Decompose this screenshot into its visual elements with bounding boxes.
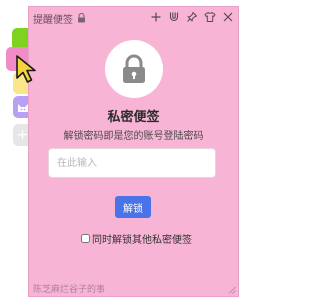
app-stage: + 提醒便签 私密便签 解锁密码即是您的账号登陆密码 解锁 同时解锁其他私密便签… — [0, 0, 244, 300]
unlock-all-option[interactable]: 同时解锁其他私密便签 — [81, 231, 192, 246]
unlock-all-label: 同时解锁其他私密便签 — [92, 235, 192, 246]
lock-icon — [78, 13, 85, 23]
lock-subtitle: 解锁密码即是您的账号登陆密码 — [63, 131, 204, 142]
app-title: 提醒便签 — [33, 14, 73, 26]
plus-icon: + — [16, 127, 29, 143]
close-icon[interactable] — [222, 11, 234, 23]
note-footer-text: 陈芝麻烂谷子的事 — [33, 285, 106, 295]
unlock-all-checkbox[interactable] — [81, 234, 90, 243]
resize-grip-icon[interactable] — [228, 286, 236, 294]
pin-icon[interactable] — [186, 11, 198, 23]
note-window: 提醒便签 私密便签 解锁密码即是您的账号登陆密码 解锁 同时解锁其他私密便签 陈… — [28, 6, 239, 297]
password-input[interactable] — [48, 148, 216, 178]
padlock-badge — [105, 40, 163, 98]
padlock-icon — [123, 54, 145, 83]
mouse-cursor-icon — [16, 55, 36, 83]
shirt-icon[interactable] — [204, 11, 216, 23]
plus-icon[interactable] — [150, 11, 162, 23]
magnet-icon[interactable] — [168, 11, 180, 23]
note-titlebar[interactable]: 提醒便签 — [29, 7, 238, 29]
unlock-button[interactable]: 解锁 — [115, 196, 151, 218]
lock-heading: 私密便签 — [107, 110, 160, 125]
titlebar-actions — [150, 11, 234, 23]
